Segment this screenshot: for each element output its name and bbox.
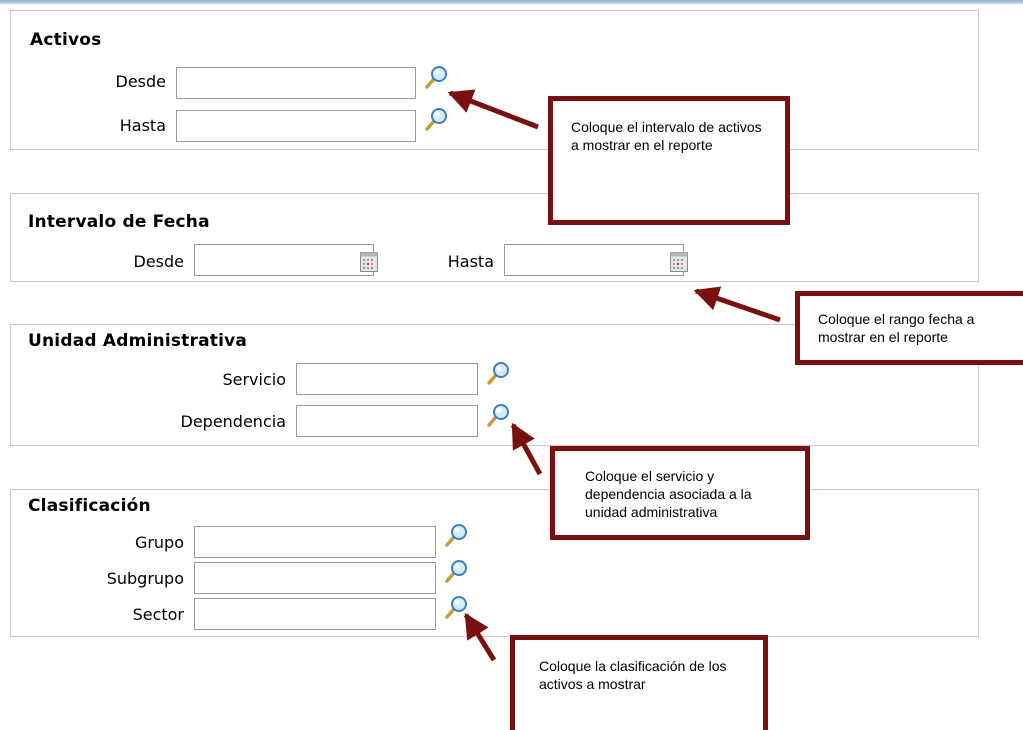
unidad-annotation-arrow bbox=[510, 422, 543, 476]
annotation-note-activos: Coloque el intervalo de activos a mostra… bbox=[548, 96, 790, 225]
annotation-note-fecha: Coloque el rango fecha a mostrar en el r… bbox=[795, 291, 1023, 365]
clasificacion-annotation-arrow bbox=[463, 612, 497, 662]
fecha-annotation-arrow bbox=[693, 286, 781, 323]
annotation-note-clasificacion: Coloque la clasificación de los activos … bbox=[510, 635, 768, 730]
activos-annotation-arrow bbox=[447, 89, 539, 130]
annotation-note-unidad: Coloque el servicio y dependencia asocia… bbox=[550, 446, 810, 540]
